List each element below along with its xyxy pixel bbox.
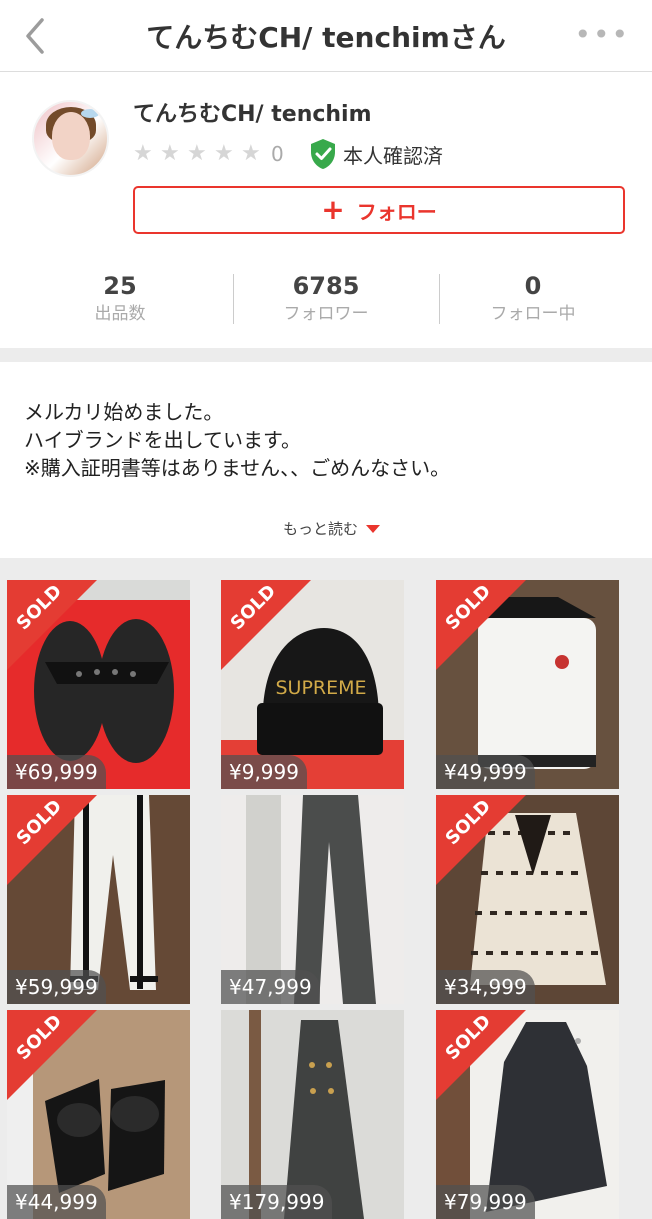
section-spacer bbox=[0, 348, 652, 362]
price-tag: ¥34,999 bbox=[436, 970, 535, 1004]
listing-count-stat[interactable]: 25 出品数 bbox=[15, 270, 225, 326]
price-tag: ¥44,999 bbox=[7, 1185, 106, 1219]
listing-item[interactable]: SUPREME SOLD ¥9,999 bbox=[221, 580, 404, 789]
follow-button[interactable]: + フォロー bbox=[133, 186, 625, 234]
price-tag: ¥79,999 bbox=[436, 1185, 535, 1219]
description-line: ハイブランドを出しています。 bbox=[24, 428, 301, 452]
listing-item[interactable]: ¥179,999 bbox=[221, 1010, 404, 1219]
followers-count: 6785 bbox=[292, 272, 360, 300]
listing-item[interactable]: SOLD ¥59,999 bbox=[7, 795, 190, 1004]
listing-item[interactable]: ¥47,999 bbox=[221, 795, 404, 1004]
profile-card: てんちむCH/ tenchim ★ ★ ★ ★ ★ 0 本人確認済 + フォロー… bbox=[0, 72, 652, 348]
price-tag: ¥49,999 bbox=[436, 755, 535, 789]
listing-item[interactable]: SOLD ¥49,999 bbox=[436, 580, 619, 789]
verification-badge: 本人確認済 bbox=[309, 138, 443, 170]
top-navigation-bar: てんちむCH/ tenchimさん ••• bbox=[0, 0, 652, 72]
description-line: メルカリ始めました。 bbox=[24, 400, 224, 424]
price-tag: ¥69,999 bbox=[7, 755, 106, 789]
followers-label: フォロワー bbox=[283, 304, 369, 324]
listing-item[interactable]: SOLD ¥69,999 bbox=[7, 580, 190, 789]
star-icon: ★ bbox=[187, 141, 207, 166]
price-tag: ¥9,999 bbox=[221, 755, 307, 789]
price-tag: ¥179,999 bbox=[221, 1185, 333, 1219]
price-tag: ¥47,999 bbox=[221, 970, 320, 1004]
description-line: ※購入証明書等はありません、、ごめんなさい。 bbox=[24, 456, 451, 480]
star-icon: ★ bbox=[241, 141, 261, 166]
followers-stat[interactable]: 6785 フォロワー bbox=[221, 270, 431, 326]
page-title: てんちむCH/ tenchimさん bbox=[146, 21, 506, 54]
listing-item[interactable]: SOLD ¥44,999 bbox=[7, 1010, 190, 1219]
read-more-button[interactable]: もっと読む bbox=[283, 518, 381, 539]
profile-stats: 25 出品数 6785 フォロワー 0 フォロー中 bbox=[0, 270, 652, 342]
plus-icon: + bbox=[321, 193, 345, 226]
svg-text:SUPREME: SUPREME bbox=[275, 677, 366, 699]
star-icon: ★ bbox=[214, 141, 234, 166]
listing-item[interactable]: SOLD ¥34,999 bbox=[436, 795, 619, 1004]
rating-stars: ★ ★ ★ ★ ★ 0 bbox=[133, 141, 284, 166]
follow-label: フォロー bbox=[356, 199, 437, 224]
profile-description: メルカリ始めました。 ハイブランドを出しています。 ※購入証明書等はありません、… bbox=[0, 362, 652, 558]
avatar[interactable] bbox=[32, 100, 109, 177]
verified-shield-icon bbox=[311, 139, 335, 169]
listing-item[interactable]: SOLD ¥79,999 bbox=[436, 1010, 619, 1219]
following-stat[interactable]: 0 フォロー中 bbox=[428, 270, 638, 326]
verified-label: 本人確認済 bbox=[343, 143, 443, 168]
listing-count: 25 bbox=[103, 272, 137, 300]
read-more-label: もっと読む bbox=[283, 520, 359, 538]
following-count: 0 bbox=[524, 272, 542, 300]
more-icon[interactable]: ••• bbox=[574, 21, 630, 49]
listing-count-label: 出品数 bbox=[94, 304, 146, 324]
listing-grid: SOLD ¥69,999 SUPREME SOLD ¥9,999 SOLD ¥4… bbox=[0, 572, 652, 1219]
star-icon: ★ bbox=[160, 141, 180, 166]
following-label: フォロー中 bbox=[490, 304, 576, 324]
star-icon: ★ bbox=[133, 141, 153, 166]
triangle-down-icon bbox=[366, 524, 381, 533]
seller-name: てんちむCH/ tenchim bbox=[133, 102, 372, 127]
rating-count: 0 bbox=[271, 142, 284, 166]
price-tag: ¥59,999 bbox=[7, 970, 106, 1004]
